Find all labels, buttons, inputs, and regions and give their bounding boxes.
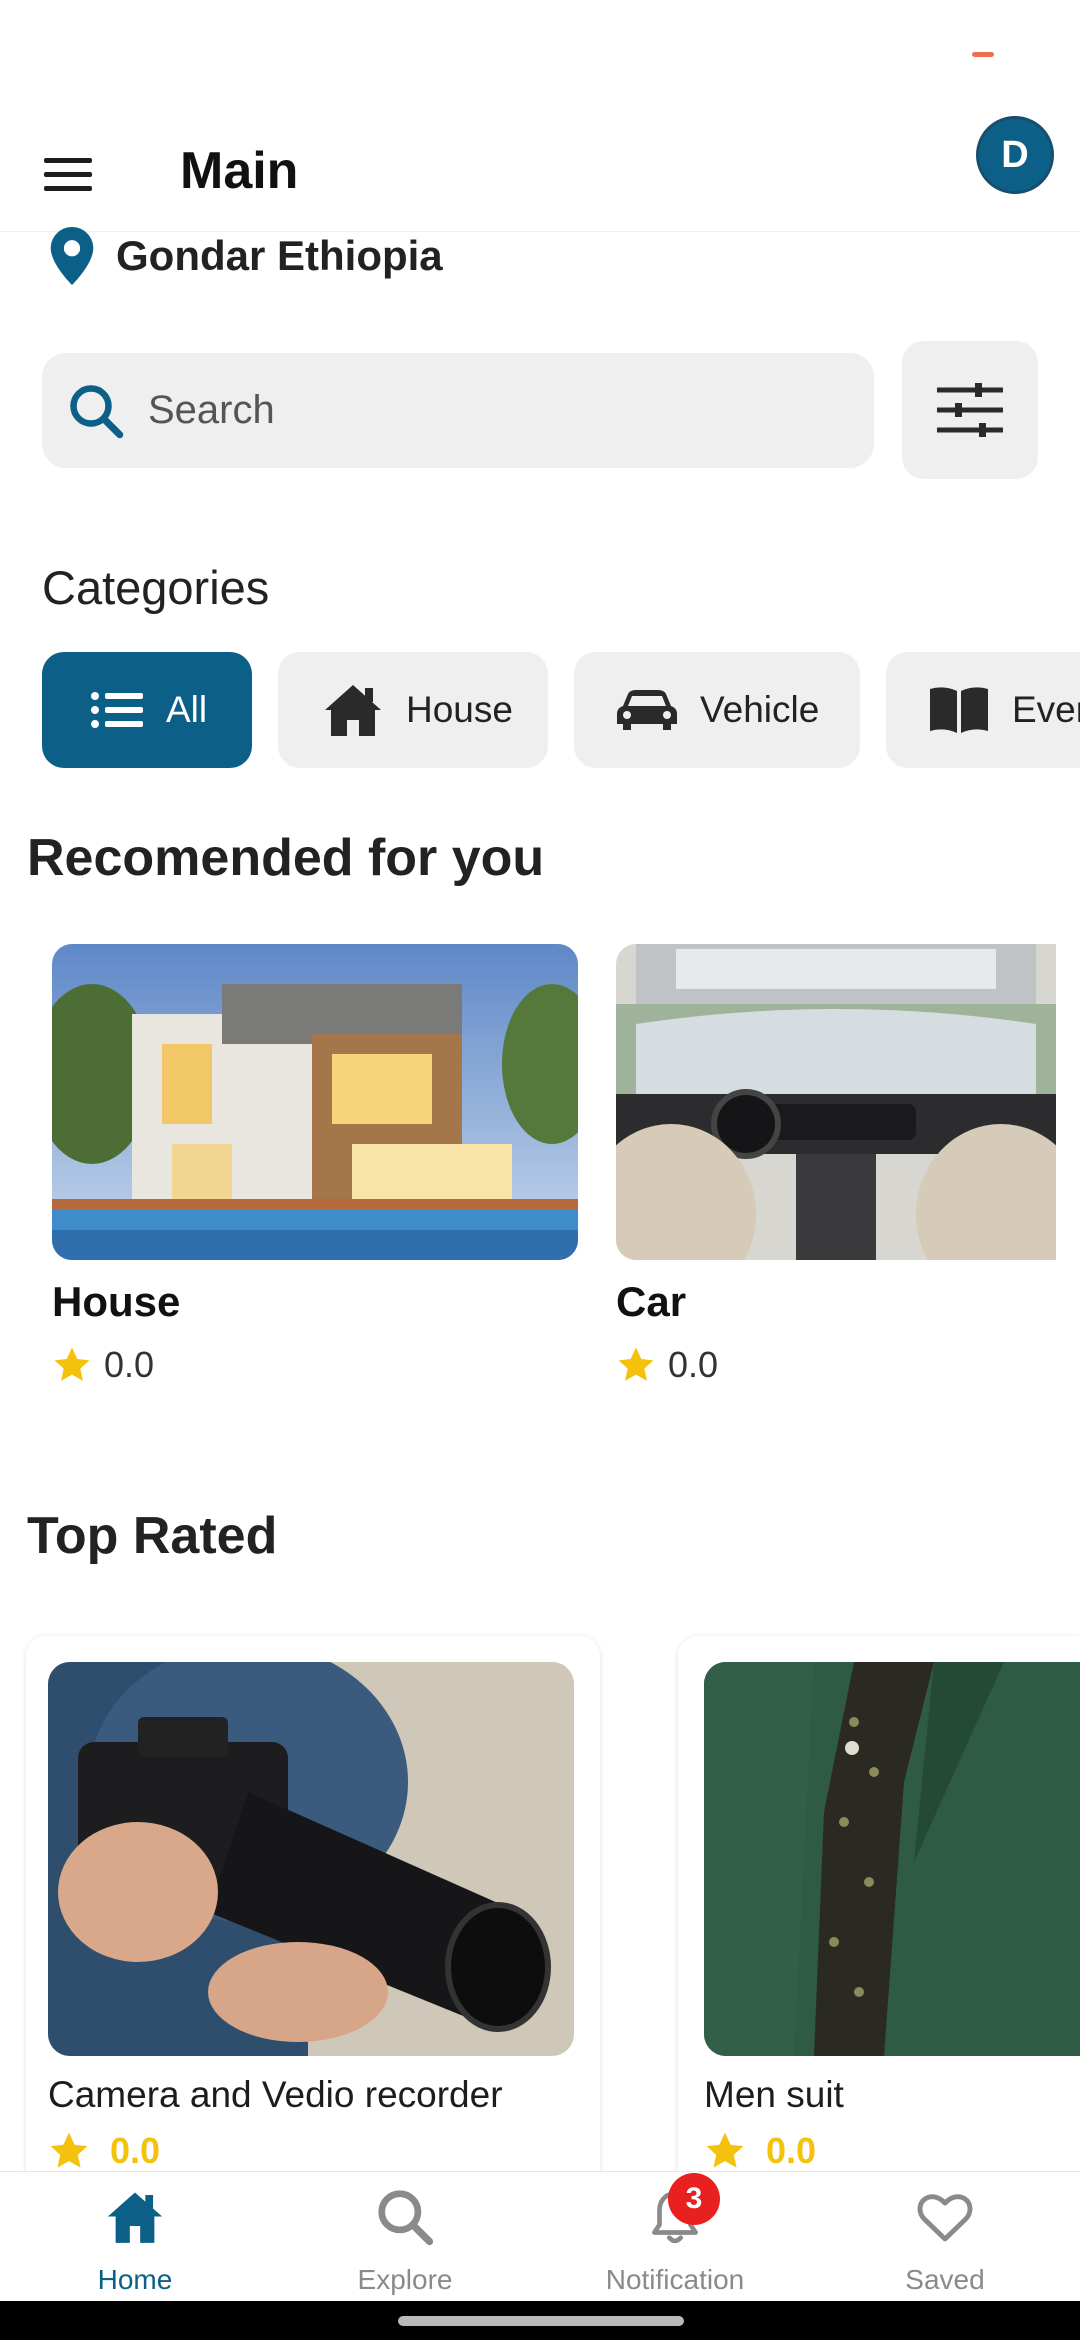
category-chip-house[interactable]: House — [278, 652, 548, 768]
item-name: Camera and Vedio recorder — [48, 2074, 503, 2115]
nav-label: Explore — [357, 2264, 453, 2295]
rating: 0.0 — [52, 1344, 154, 1386]
nav-label: Notification — [605, 2264, 745, 2295]
nav-home[interactable]: Home — [0, 2172, 270, 2302]
system-navigation-bar — [0, 2301, 1080, 2340]
star-icon — [50, 2132, 88, 2168]
category-chips: All House Vehicle Ever — [42, 652, 1080, 768]
star-icon — [706, 2132, 744, 2168]
suit-image — [704, 1662, 1080, 2056]
list-icon — [91, 692, 143, 728]
search-input[interactable] — [148, 388, 828, 433]
house-icon — [325, 685, 381, 736]
status-indicator — [972, 52, 994, 57]
item-name: House — [52, 1278, 181, 1325]
category-chip-all[interactable]: All — [42, 652, 252, 768]
car-image — [616, 944, 1056, 1260]
page-title: Main — [180, 142, 299, 200]
recommended-title: Recomended for you — [27, 829, 545, 887]
rating: 0.0 — [616, 1344, 718, 1386]
star-icon — [54, 1347, 90, 1381]
menu-icon-line — [44, 172, 92, 177]
sliders-icon — [937, 383, 1003, 437]
menu-icon-line — [44, 186, 92, 191]
nav-saved[interactable]: Saved — [810, 2172, 1080, 2302]
menu-button[interactable] — [36, 140, 100, 204]
category-chip-events[interactable]: Ever — [886, 652, 1080, 768]
item-name: Men suit — [704, 2074, 844, 2115]
item-name: Car — [616, 1278, 687, 1325]
house-image — [52, 944, 578, 1260]
location-row[interactable]: Gondar Ethiopia — [48, 226, 443, 286]
rating-value: 0.0 — [668, 1344, 719, 1385]
rating: 0.0 — [48, 2130, 160, 2172]
nav-label: Saved — [905, 2264, 985, 2295]
home-icon — [107, 2192, 163, 2243]
chip-label: All — [166, 689, 208, 730]
avatar[interactable]: D — [976, 116, 1054, 194]
status-bar — [0, 0, 1080, 110]
category-chip-vehicle[interactable]: Vehicle — [574, 652, 860, 768]
nav-explore[interactable]: Explore — [270, 2172, 540, 2302]
car-icon — [617, 690, 677, 730]
app-bar: Main D — [0, 110, 1080, 232]
chip-label: House — [406, 689, 513, 730]
menu-icon — [44, 158, 92, 163]
rating: 0.0 — [704, 2130, 816, 2172]
bottom-nav: Home Explore Notification Saved — [0, 2171, 1080, 2301]
chip-label: Ever — [1012, 689, 1080, 730]
notification-badge: 3 — [668, 2173, 720, 2225]
top-rated-title: Top Rated — [27, 1507, 278, 1565]
chip-label: Vehicle — [700, 689, 820, 730]
nav-label: Home — [97, 2264, 173, 2295]
star-icon — [618, 1347, 654, 1381]
filter-button[interactable] — [902, 341, 1038, 479]
camera-image — [48, 1662, 574, 2056]
rating-value: 0.0 — [104, 1344, 155, 1385]
location-text: Gondar Ethiopia — [116, 232, 443, 279]
rating-value: 0.0 — [110, 2130, 161, 2171]
book-icon — [930, 687, 988, 733]
categories-title: Categories — [42, 561, 270, 614]
search-icon — [70, 384, 124, 438]
rating-value: 0.0 — [766, 2130, 817, 2171]
map-pin-icon — [50, 227, 94, 285]
home-gesture-handle[interactable] — [398, 2316, 684, 2326]
heart-icon — [917, 2194, 973, 2242]
search-bar[interactable] — [42, 353, 874, 468]
search-icon — [378, 2190, 434, 2246]
